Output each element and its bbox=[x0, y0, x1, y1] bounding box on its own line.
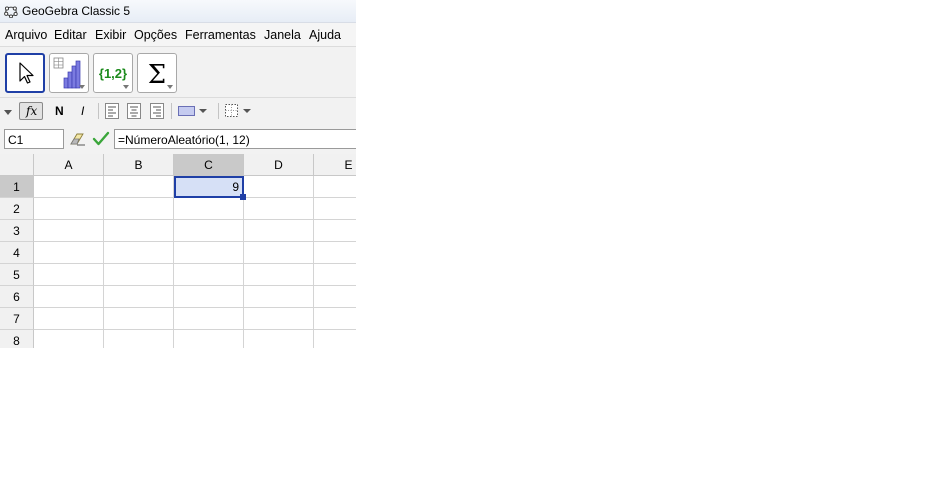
function-fx-icon: fx bbox=[26, 104, 38, 118]
tool-submenu-indicator bbox=[123, 85, 129, 89]
column-header-c[interactable]: C bbox=[174, 154, 244, 176]
cell-d4[interactable] bbox=[244, 242, 314, 264]
geogebra-logo-icon bbox=[4, 6, 18, 18]
cell-e8[interactable] bbox=[314, 330, 356, 348]
align-left-icon[interactable] bbox=[104, 102, 120, 120]
menu-ajuda[interactable]: Ajuda bbox=[309, 28, 341, 42]
menu-editar[interactable]: Editar bbox=[54, 28, 87, 42]
menu-arquivo[interactable]: Arquivo bbox=[5, 28, 47, 42]
cell-e2[interactable] bbox=[314, 198, 356, 220]
bold-button[interactable]: N bbox=[55, 104, 64, 122]
cell-a3[interactable] bbox=[34, 220, 104, 242]
row-header-1[interactable]: 1 bbox=[0, 176, 34, 198]
geogebra-window: GeoGebra Classic 5 Arquivo Editar Exibir… bbox=[0, 0, 356, 348]
move-tool-button[interactable] bbox=[5, 53, 45, 93]
show-input-bar-toggle[interactable]: fx bbox=[19, 102, 43, 120]
style-bar: fx N I bbox=[0, 97, 356, 126]
svg-text:Σ: Σ bbox=[148, 60, 166, 90]
one-variable-analysis-tool-button[interactable] bbox=[49, 53, 89, 93]
create-list-tool-button[interactable]: {1,2} bbox=[93, 53, 133, 93]
toggle-stylebar-triangle-icon[interactable] bbox=[3, 104, 13, 122]
divider bbox=[218, 103, 219, 119]
cell-d8[interactable] bbox=[244, 330, 314, 348]
column-header-b[interactable]: B bbox=[104, 154, 174, 176]
column-header-d[interactable]: D bbox=[244, 154, 314, 176]
cell-e5[interactable] bbox=[314, 264, 356, 286]
menu-opcoes[interactable]: Opções bbox=[134, 28, 177, 42]
cell-e4[interactable] bbox=[314, 242, 356, 264]
italic-button[interactable]: I bbox=[81, 104, 84, 122]
column-header-a[interactable]: A bbox=[34, 154, 104, 176]
menu-janela[interactable]: Janela bbox=[264, 28, 301, 42]
cell-a8[interactable] bbox=[34, 330, 104, 348]
cell-c5[interactable] bbox=[174, 264, 244, 286]
cell-d6[interactable] bbox=[244, 286, 314, 308]
row-header-8[interactable]: 8 bbox=[0, 330, 34, 348]
cell-c6[interactable] bbox=[174, 286, 244, 308]
cell-c2[interactable] bbox=[174, 198, 244, 220]
cell-e3[interactable] bbox=[314, 220, 356, 242]
checkmark-confirm-icon[interactable] bbox=[92, 131, 110, 147]
menu-ferramentas[interactable]: Ferramentas bbox=[185, 28, 256, 42]
spreadsheet-view: A B C D E 1 2 3 4 5 6 7 8 9 bbox=[0, 154, 356, 348]
cell-d3[interactable] bbox=[244, 220, 314, 242]
cell-b5[interactable] bbox=[104, 264, 174, 286]
align-right-icon[interactable] bbox=[149, 102, 165, 120]
formula-input[interactable]: =NúmeroAleatório(1, 12) bbox=[114, 129, 356, 149]
cell-b7[interactable] bbox=[104, 308, 174, 330]
menu-bar: Arquivo Editar Exibir Opções Ferramentas… bbox=[0, 23, 356, 47]
eraser-cancel-icon[interactable] bbox=[68, 131, 88, 147]
cell-d1[interactable] bbox=[244, 176, 314, 198]
cell-e7[interactable] bbox=[314, 308, 356, 330]
title-bar: GeoGebra Classic 5 bbox=[0, 0, 356, 23]
cell-c4[interactable] bbox=[174, 242, 244, 264]
row-header-6[interactable]: 6 bbox=[0, 286, 34, 308]
cell-e6[interactable] bbox=[314, 286, 356, 308]
cell-e1[interactable] bbox=[314, 176, 356, 198]
background-color-dropdown-icon[interactable] bbox=[177, 102, 211, 120]
row-header-3[interactable]: 3 bbox=[0, 220, 34, 242]
row-header-4[interactable]: 4 bbox=[0, 242, 34, 264]
cell-b2[interactable] bbox=[104, 198, 174, 220]
cell-d2[interactable] bbox=[244, 198, 314, 220]
divider bbox=[171, 103, 172, 119]
border-style-dropdown-icon[interactable] bbox=[224, 102, 256, 120]
input-bar: C1 =NúmeroAleatório(1, 12) bbox=[0, 125, 356, 154]
cell-a4[interactable] bbox=[34, 242, 104, 264]
sum-tool-button[interactable]: Σ bbox=[137, 53, 177, 93]
cell-name-field[interactable]: C1 bbox=[4, 129, 64, 149]
column-header-e[interactable]: E bbox=[314, 154, 356, 176]
cell-a5[interactable] bbox=[34, 264, 104, 286]
align-center-icon[interactable] bbox=[126, 102, 142, 120]
cell-b1[interactable] bbox=[104, 176, 174, 198]
cell-b4[interactable] bbox=[104, 242, 174, 264]
cell-b6[interactable] bbox=[104, 286, 174, 308]
menu-exibir[interactable]: Exibir bbox=[95, 28, 126, 42]
cell-d5[interactable] bbox=[244, 264, 314, 286]
toolbar: {1,2} Σ bbox=[0, 47, 356, 97]
fill-handle[interactable] bbox=[240, 194, 246, 200]
tool-submenu-indicator bbox=[167, 85, 173, 89]
row-header-5[interactable]: 5 bbox=[0, 264, 34, 286]
cell-a6[interactable] bbox=[34, 286, 104, 308]
cell-a7[interactable] bbox=[34, 308, 104, 330]
svg-text:{1,2}: {1,2} bbox=[99, 66, 127, 81]
cell-b3[interactable] bbox=[104, 220, 174, 242]
tool-submenu-indicator bbox=[79, 85, 85, 89]
row-header-2[interactable]: 2 bbox=[0, 198, 34, 220]
cell-b8[interactable] bbox=[104, 330, 174, 348]
cell-c1[interactable]: 9 bbox=[174, 176, 244, 198]
cell-a2[interactable] bbox=[34, 198, 104, 220]
cell-a1[interactable] bbox=[34, 176, 104, 198]
cursor-arrow-icon bbox=[19, 62, 34, 84]
cell-d7[interactable] bbox=[244, 308, 314, 330]
cell-c3[interactable] bbox=[174, 220, 244, 242]
row-header-7[interactable]: 7 bbox=[0, 308, 34, 330]
divider bbox=[98, 103, 99, 119]
select-all-corner[interactable] bbox=[0, 154, 34, 176]
cell-c7[interactable] bbox=[174, 308, 244, 330]
cell-c8[interactable] bbox=[174, 330, 244, 348]
window-title: GeoGebra Classic 5 bbox=[22, 4, 131, 18]
